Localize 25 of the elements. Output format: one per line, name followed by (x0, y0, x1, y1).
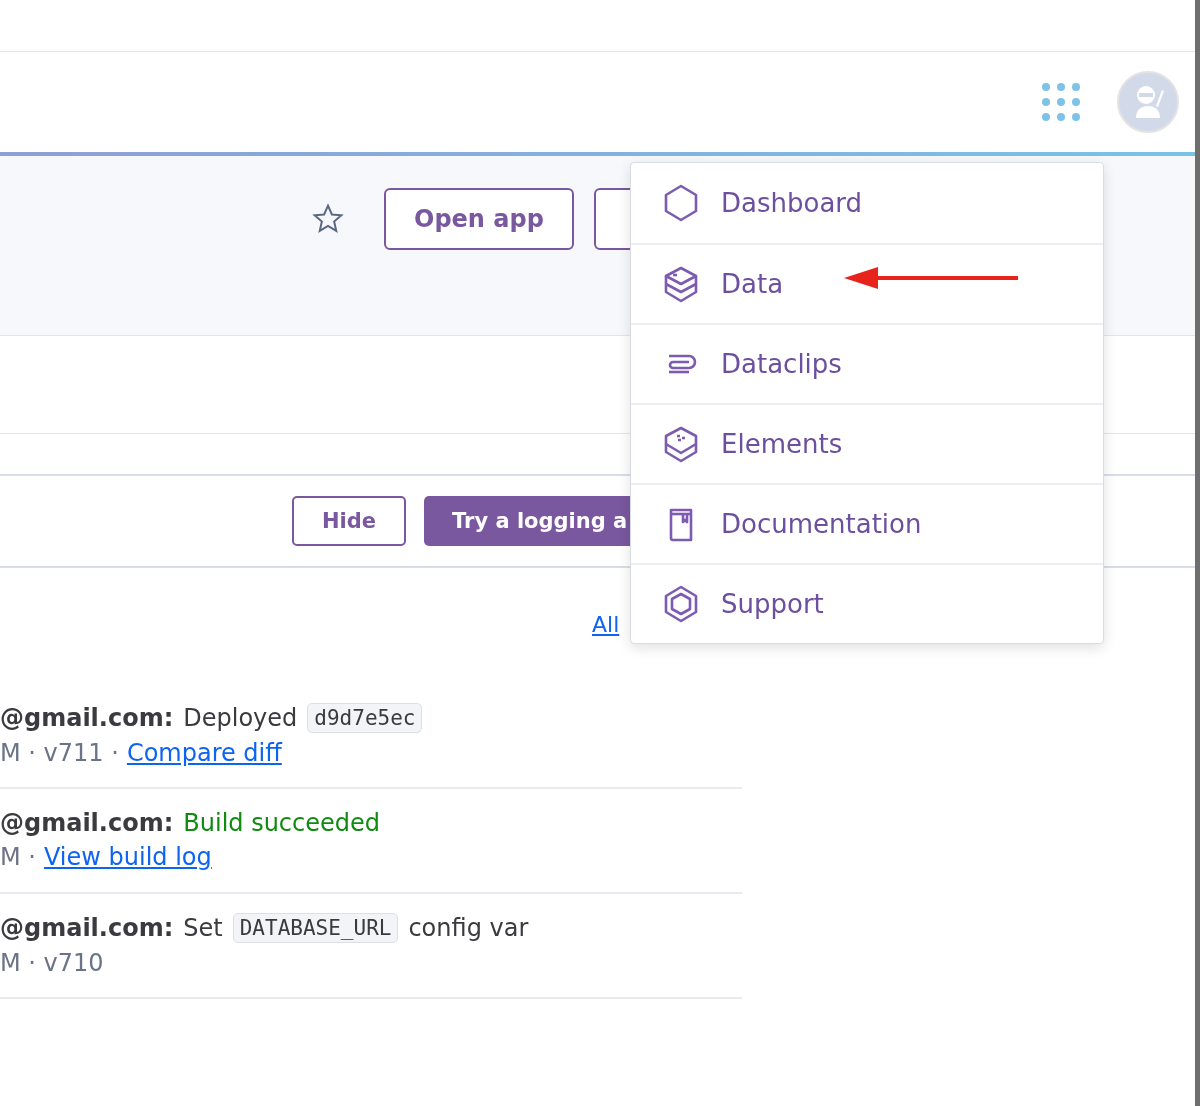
code-tag: d9d7e5ec (307, 702, 423, 733)
code-tag: DATABASE_URL (232, 912, 399, 943)
activity-text: config var (408, 913, 529, 942)
banner-button[interactable]: Hide (292, 496, 407, 546)
all-activity-link[interactable]: All (592, 612, 620, 637)
status-text: Build succeeded (183, 808, 381, 837)
menu-item[interactable]: Support (631, 563, 1103, 643)
activity-link[interactable]: Compare diff (126, 738, 282, 767)
menu-item[interactable]: Dashboard (631, 163, 1103, 243)
menu-item[interactable]: Documentation (631, 483, 1103, 563)
apps-grid-icon[interactable] (1042, 83, 1080, 121)
header-button[interactable]: Open app (384, 188, 574, 250)
author-email: @gmail.com: (0, 808, 174, 837)
author-email: @gmail.com: (0, 703, 174, 732)
activity-text: Set (183, 913, 223, 942)
activity-meta: M · v710 (0, 948, 104, 977)
activity-text: Deployed (183, 703, 298, 732)
star-icon[interactable] (312, 203, 344, 235)
avatar-icon[interactable] (1116, 70, 1180, 134)
author-email: @gmail.com: (0, 913, 174, 942)
activity-meta: M · (0, 842, 36, 871)
menu-item[interactable]: Elements (631, 403, 1103, 483)
activity-meta: M · v711 · (0, 738, 119, 767)
activity-link[interactable]: View build log (43, 842, 212, 871)
menu-item[interactable]: Dataclips (631, 323, 1103, 403)
